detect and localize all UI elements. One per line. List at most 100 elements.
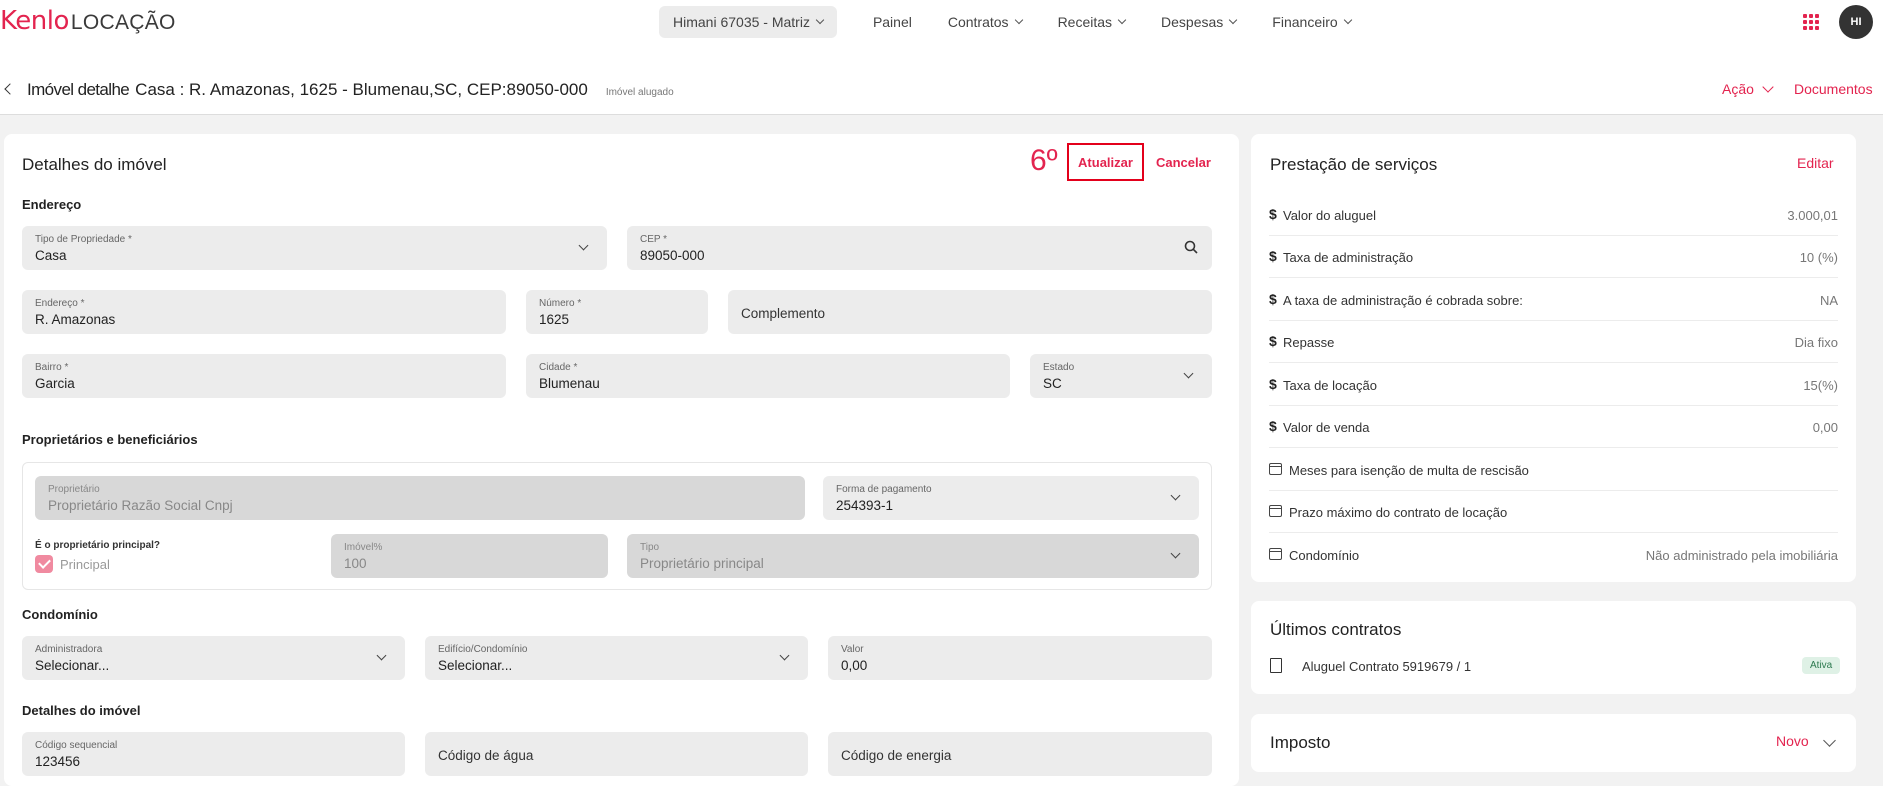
field-label: Estado <box>1043 362 1075 373</box>
dollar-icon: $ <box>1269 376 1277 392</box>
edificio-select[interactable]: Edifício/Condomínio Selecionar... <box>425 636 808 680</box>
contract-link[interactable]: Aluguel Contrato 5919679 / 1 <box>1302 659 1471 674</box>
cidade-field[interactable]: Cidade * Blumenau <box>526 354 1010 398</box>
codigo-agua-field[interactable]: Código de água <box>425 732 808 776</box>
chevron-down-icon <box>1229 15 1238 25</box>
service-value: NA <box>1819 293 1838 308</box>
nav-label: Financeiro <box>1272 14 1338 30</box>
principal-checkbox[interactable] <box>35 555 53 573</box>
field-value: 1625 <box>539 312 570 327</box>
field-label: Tipo <box>640 542 660 553</box>
calendar-icon <box>1269 548 1282 560</box>
complemento-field[interactable]: Complemento <box>728 290 1212 334</box>
nav-receitas[interactable]: Receitas <box>1057 14 1127 30</box>
endereco-field[interactable]: Endereço * R. Amazonas <box>22 290 506 334</box>
principal-question: É o proprietário principal? <box>35 540 161 551</box>
service-row: Prazo máximo do contrato de locação <box>1269 491 1838 533</box>
service-value: Dia fixo <box>1794 335 1838 350</box>
calendar-icon <box>1269 505 1282 517</box>
document-icon <box>1270 658 1282 673</box>
kenlo-logo[interactable]: Kenlo LOCAÇÃO <box>0 6 176 38</box>
section-owners: Proprietários e beneficiários <box>22 432 198 447</box>
nav-painel[interactable]: Painel <box>873 14 912 30</box>
field-placeholder: Código de energia <box>841 748 952 763</box>
avatar[interactable]: HI <box>1839 5 1873 39</box>
service-label: Condomínio <box>1289 548 1360 563</box>
forma-pagamento-select[interactable]: Forma de pagamento 254393-1 <box>823 476 1199 520</box>
apps-grid-icon[interactable] <box>1803 14 1819 30</box>
codigo-sequencial-field[interactable]: Código sequencial 123456 <box>22 732 405 776</box>
nav-label: Contratos <box>947 14 1009 30</box>
novo-button[interactable]: Novo <box>1776 733 1809 749</box>
tipo-propriedade-select[interactable]: Tipo de Propriedade * Casa <box>22 226 607 270</box>
nav-label: Receitas <box>1057 14 1113 30</box>
field-value: Casa <box>35 248 67 263</box>
dollar-icon: $ <box>1269 248 1277 264</box>
chevron-down-icon <box>815 15 825 25</box>
service-label: Repasse <box>1283 335 1335 350</box>
chevron-down-icon <box>1170 548 1181 559</box>
details-title: Detalhes do imóvel <box>22 155 167 174</box>
dollar-icon: $ <box>1269 333 1277 349</box>
service-label: Taxa de administração <box>1283 250 1414 265</box>
service-label: Valor de venda <box>1283 420 1370 435</box>
page-title: Imóvel detalhe Casa : R. Amazonas, 1625 … <box>27 80 674 100</box>
field-label: Forma de pagamento <box>836 484 932 495</box>
service-row: $ Valor de venda 0,00 <box>1269 406 1838 448</box>
back-arrow-icon[interactable] <box>4 83 16 95</box>
editar-button[interactable]: Editar <box>1797 155 1834 171</box>
field-value: 100 <box>344 556 367 571</box>
search-icon[interactable] <box>1184 240 1198 254</box>
tipo-proprietario-select: Tipo Proprietário principal <box>627 534 1199 578</box>
principal-label: Principal <box>60 557 110 572</box>
tax-card <box>1251 714 1856 772</box>
contracts-card <box>1251 601 1856 694</box>
section-detalhes: Detalhes do imóvel <box>22 703 141 718</box>
chevron-down-icon <box>1183 368 1194 379</box>
bairro-field[interactable]: Bairro * Garcia <box>22 354 506 398</box>
page-title-main: Imóvel detalhe <box>27 80 130 99</box>
field-label: Tipo de Propriedade * <box>35 234 132 245</box>
field-value: Selecionar... <box>438 658 513 673</box>
dollar-icon: $ <box>1269 418 1277 434</box>
estado-select[interactable]: Estado SC <box>1030 354 1212 398</box>
nav-despesas[interactable]: Despesas <box>1161 14 1238 30</box>
field-label: Imóvel% <box>344 542 383 553</box>
numero-field[interactable]: Número * 1625 <box>526 290 708 334</box>
calendar-icon <box>1269 463 1282 475</box>
service-row: Meses para isenção de multa de rescisão <box>1269 449 1838 491</box>
nav-contratos[interactable]: Contratos <box>947 14 1023 30</box>
field-label: Bairro * <box>35 362 69 373</box>
field-value: Proprietário principal <box>640 556 764 571</box>
field-value: Proprietário Razão Social Cnpj <box>48 498 233 513</box>
nav-label: Despesas <box>1161 14 1224 30</box>
cancelar-button[interactable]: Cancelar <box>1156 155 1211 170</box>
service-label: Valor do aluguel <box>1283 208 1376 223</box>
proprietario-field: Proprietário Proprietário Razão Social C… <box>35 476 805 520</box>
main-menu: Himani 67035 - Matriz Painel Contratos R… <box>659 6 1352 38</box>
field-value: Garcia <box>35 376 75 391</box>
acao-menu[interactable]: Ação <box>1722 81 1774 97</box>
service-label: Meses para isenção de multa de rescisão <box>1289 463 1529 478</box>
administradora-select[interactable]: Administradora Selecionar... <box>22 636 405 680</box>
service-row: $ Repasse Dia fixo <box>1269 321 1838 363</box>
documentos-link[interactable]: Documentos <box>1794 81 1873 97</box>
service-value: 15(%) <box>1803 378 1838 393</box>
field-value: SC <box>1043 376 1062 391</box>
service-value: 0,00 <box>1812 420 1838 435</box>
valor-field[interactable]: Valor 0,00 <box>828 636 1212 680</box>
dollar-icon: $ <box>1269 206 1277 222</box>
atualizar-button[interactable]: Atualizar <box>1067 143 1144 181</box>
service-label: A taxa de administração é cobrada sobre: <box>1283 293 1523 308</box>
logo-product: LOCAÇÃO <box>70 11 176 34</box>
field-value: 0,00 <box>841 658 868 673</box>
chevron-down-icon <box>779 650 790 661</box>
page-header: Imóvel detalhe Casa : R. Amazonas, 1625 … <box>0 44 1883 115</box>
nav-financeiro[interactable]: Financeiro <box>1272 14 1352 30</box>
branch-selector[interactable]: Himani 67035 - Matriz <box>659 6 837 38</box>
codigo-energia-field[interactable]: Código de energia <box>828 732 1212 776</box>
cep-field[interactable]: CEP * 89050-000 <box>627 226 1212 270</box>
field-label: Proprietário <box>48 484 100 495</box>
service-row: $ Taxa de administração 10 (%) <box>1269 236 1838 278</box>
field-label: CEP * <box>640 234 668 245</box>
